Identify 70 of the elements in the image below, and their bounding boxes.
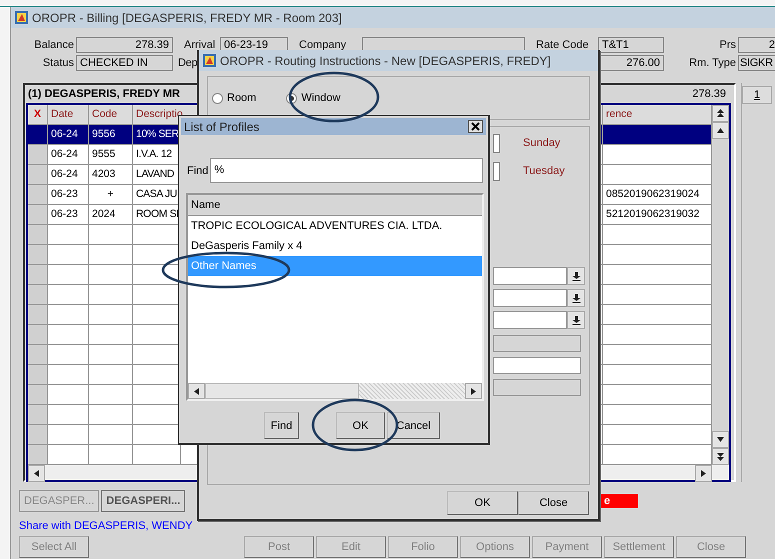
column-header[interactable]: Name <box>188 195 482 216</box>
left-arrow-icon <box>32 469 41 478</box>
page-tab[interactable]: 1 <box>742 86 772 104</box>
field-label: Rm. Type <box>688 57 736 69</box>
dialog-title: OROPR - Routing Instructions - New [DEGASPERIS, FREDY] <box>220 54 552 68</box>
scrollbar-thumb[interactable] <box>205 383 359 399</box>
find-label: Find <box>187 164 208 176</box>
text-field[interactable]: SIGKR <box>738 55 775 71</box>
table-cell: 5212019062319032 <box>606 208 700 220</box>
field-label: Status <box>42 57 74 69</box>
field-label: Balance <box>33 39 74 51</box>
scrollbar[interactable] <box>712 105 729 465</box>
close-button[interactable] <box>468 120 483 133</box>
find-field[interactable]: % <box>210 158 484 183</box>
folio-total: 278.39 <box>692 88 726 100</box>
list-item[interactable]: DeGasperis Family x 4 <box>188 236 482 256</box>
scroll-down-button[interactable] <box>712 431 729 448</box>
date-field[interactable] <box>493 162 500 180</box>
scroll-bottom-button[interactable] <box>712 448 729 465</box>
double-down-arrow-icon <box>716 452 725 461</box>
text-field[interactable]: T&T1 <box>598 37 664 53</box>
scroll-left-button[interactable] <box>188 383 205 399</box>
download-arrow-icon <box>572 316 580 324</box>
folio-title: (1) DEGASPERIS, FREDY MR <box>28 88 180 100</box>
share-link[interactable]: Share with DEGASPERIS, WENDY <box>19 520 193 532</box>
alert-label: e <box>601 494 638 508</box>
dropdown[interactable] <box>493 267 585 285</box>
right-arrow-icon <box>699 469 708 478</box>
download-arrow-icon <box>572 272 580 280</box>
scrollbar[interactable] <box>188 383 482 399</box>
up-arrow-icon <box>716 126 725 135</box>
text-field[interactable] <box>493 357 581 374</box>
radio-button[interactable]: Room <box>212 92 256 104</box>
download-arrow-icon <box>572 294 580 302</box>
date-field[interactable] <box>493 134 500 152</box>
day-label: Tuesday <box>523 165 565 177</box>
app-icon <box>202 53 217 68</box>
text-field[interactable]: 2 <box>738 37 775 53</box>
app-icon <box>14 10 29 25</box>
day-label: Sunday <box>523 137 560 149</box>
folio-tab[interactable]: DEGASPERI... <box>101 490 186 512</box>
scroll-left-button[interactable] <box>28 465 45 482</box>
window-title: OROPR - Billing [DEGASPERIS, FREDY MR - Room 203] <box>32 10 343 24</box>
dialog-button[interactable]: Find <box>264 412 299 439</box>
down-arrow-icon <box>716 435 725 444</box>
text-field[interactable]: CHECKED IN <box>76 55 173 71</box>
text-field[interactable]: 278.39 <box>76 37 173 53</box>
dialog-button[interactable]: OK <box>336 412 385 439</box>
row-header[interactable] <box>28 125 48 145</box>
double-up-arrow-icon <box>716 109 725 118</box>
field-label: Rate Code <box>535 39 590 51</box>
table-cell: 0852019062319024 <box>606 188 700 200</box>
scroll-top-button[interactable] <box>712 105 729 122</box>
field-label: Company <box>298 39 348 51</box>
scroll-right-button[interactable] <box>465 383 482 399</box>
field-label: Dep <box>178 57 198 69</box>
scroll-right-button[interactable] <box>695 465 712 482</box>
dialog-button[interactable]: OK <box>447 491 518 515</box>
field-label: Prs <box>718 39 736 51</box>
close-icon <box>471 122 480 131</box>
left-arrow-icon <box>192 386 201 396</box>
dropdown[interactable] <box>493 311 585 329</box>
radio-button[interactable]: Window <box>286 92 340 104</box>
dropdown[interactable] <box>493 289 585 307</box>
scroll-up-button[interactable] <box>712 122 729 139</box>
list-item[interactable]: TROPIC ECOLOGICAL ADVENTURES CIA. LTDA. <box>188 216 482 236</box>
right-arrow-icon <box>469 386 478 396</box>
text-field[interactable]: 276.00 <box>598 55 664 71</box>
field-label: Arrival <box>183 39 216 51</box>
dialog-button[interactable]: Close <box>518 491 589 515</box>
